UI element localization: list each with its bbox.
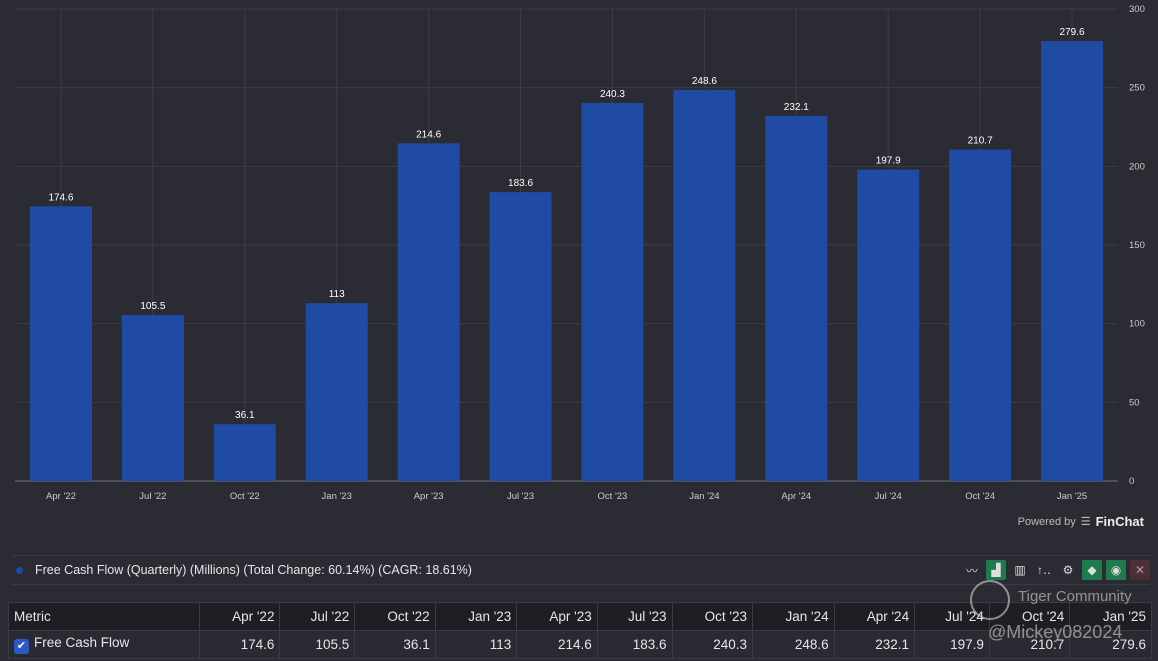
chart-toolbar: 〰 ▟ ▥ ↑‥ ⚙ ◆ ◉ ✕	[962, 560, 1150, 580]
bar	[121, 315, 184, 481]
table-cell: 113	[434, 630, 518, 659]
x-tick-label: Jul '23	[507, 491, 534, 502]
data-label: 240.3	[600, 89, 625, 100]
column-header: Oct '22	[354, 602, 436, 631]
data-label: 183.6	[508, 178, 533, 189]
column-header: Apr '24	[833, 602, 916, 631]
column-header: Oct '23	[671, 602, 754, 631]
column-header: Jul '24	[914, 602, 990, 631]
x-tick-label: Oct '24	[965, 491, 995, 502]
x-tick-label: Apr '23	[414, 491, 444, 502]
x-tick-label: Oct '23	[598, 491, 628, 502]
data-label: 105.5	[140, 301, 165, 312]
table-cell: 174.6	[198, 630, 281, 659]
x-tick-label: Jan '23	[322, 491, 352, 502]
y-tick-label: 50	[1129, 397, 1140, 408]
y-tick-label: 200	[1129, 161, 1145, 172]
column-header: Jul '23	[596, 602, 673, 631]
column-header: Jan '25	[1069, 602, 1152, 631]
line-chart-icon[interactable]: 〰	[962, 560, 982, 580]
brand-name: FinChat	[1095, 514, 1144, 529]
table-cell: 105.5	[279, 630, 356, 659]
bar	[305, 303, 368, 481]
column-header: Apr '22	[198, 602, 281, 631]
bar	[581, 102, 644, 481]
table-cell: 210.7	[988, 630, 1071, 659]
row-label-text: Free Cash Flow	[34, 635, 130, 650]
column-header: Apr '23	[516, 602, 598, 631]
column-header: Oct '24	[988, 602, 1071, 631]
gear-icon[interactable]: ⚙	[1058, 560, 1078, 580]
metric-header: Metric	[8, 602, 200, 631]
legend-text[interactable]: Free Cash Flow (Quarterly) (Millions) (T…	[35, 563, 472, 577]
bar-chart-icon[interactable]: ▟	[986, 560, 1006, 580]
data-label: 214.6	[416, 129, 441, 140]
y-tick-label: 300	[1129, 4, 1145, 15]
data-label: 113	[329, 289, 345, 300]
data-label: 174.6	[48, 192, 73, 203]
table-cell: 197.9	[914, 630, 990, 659]
bar	[949, 149, 1012, 482]
table-cell: 36.1	[354, 630, 436, 659]
x-tick-label: Jul '22	[139, 491, 166, 502]
y-tick-label: 150	[1129, 240, 1145, 251]
close-icon[interactable]: ✕	[1130, 560, 1150, 580]
bar	[673, 89, 736, 482]
data-label: 197.9	[876, 156, 901, 167]
bar	[397, 143, 460, 481]
table-cell: 214.6	[516, 630, 598, 659]
column-header: Jan '23	[434, 602, 518, 631]
y-tick-label: 100	[1129, 319, 1145, 330]
table-cell: 232.1	[833, 630, 916, 659]
data-label: 36.1	[235, 410, 255, 421]
table-row: ✔ Free Cash Flow 174.6 105.5 36.1 113 214.6 183…	[8, 630, 1152, 659]
series-color-dot	[16, 566, 23, 574]
data-label: 210.7	[968, 135, 993, 146]
bar	[857, 169, 920, 481]
legend: Free Cash Flow (Quarterly) (Millions) (T…	[12, 555, 1150, 585]
row-label[interactable]: ✔ Free Cash Flow	[8, 630, 200, 659]
finchat-logo-icon: ☰	[1080, 516, 1091, 528]
x-tick-label: Oct '22	[230, 491, 260, 502]
bar-chart: 0 50 100 150 200 250 300 174.6 Apr '22 105.5 Jul '…	[15, 4, 1145, 502]
data-label: 248.6	[692, 76, 717, 87]
x-tick-label: Jan '24	[689, 491, 719, 502]
bar	[1041, 41, 1104, 481]
x-tick-label: Apr '24	[781, 491, 811, 502]
table-cell: 183.6	[596, 630, 673, 659]
eye-icon[interactable]: ◉	[1106, 560, 1126, 580]
data-label: 232.1	[784, 102, 809, 113]
x-tick-label: Jul '24	[875, 491, 902, 502]
data-label: 279.6	[1060, 27, 1085, 38]
y-tick-label: 0	[1129, 476, 1134, 487]
bar	[489, 192, 552, 482]
x-tick-label: Jan '25	[1057, 491, 1087, 502]
x-tick-label: Apr '22	[46, 491, 76, 502]
bar	[213, 424, 276, 481]
sort-icon[interactable]: ↑‥	[1034, 560, 1054, 580]
data-table: Metric Apr '22 Jul '22 Oct '22 Jan '23 Apr '2…	[8, 602, 1152, 659]
column-header: Jan '24	[752, 602, 835, 631]
bar	[765, 115, 828, 481]
table-cell: 240.3	[671, 630, 754, 659]
table-cell: 248.6	[752, 630, 835, 659]
powered-by-label: Powered by	[1017, 515, 1076, 528]
column-header: Jul '22	[279, 602, 356, 631]
table-cell: 279.6	[1069, 630, 1152, 659]
stacked-bar-icon[interactable]: ▥	[1010, 560, 1030, 580]
y-tick-label: 250	[1129, 83, 1145, 94]
checkbox-checked-icon[interactable]: ✔	[14, 639, 29, 654]
powered-by: Powered by ☰ FinChat	[1018, 514, 1144, 529]
tag-icon[interactable]: ◆	[1082, 560, 1102, 580]
bar	[29, 206, 92, 481]
